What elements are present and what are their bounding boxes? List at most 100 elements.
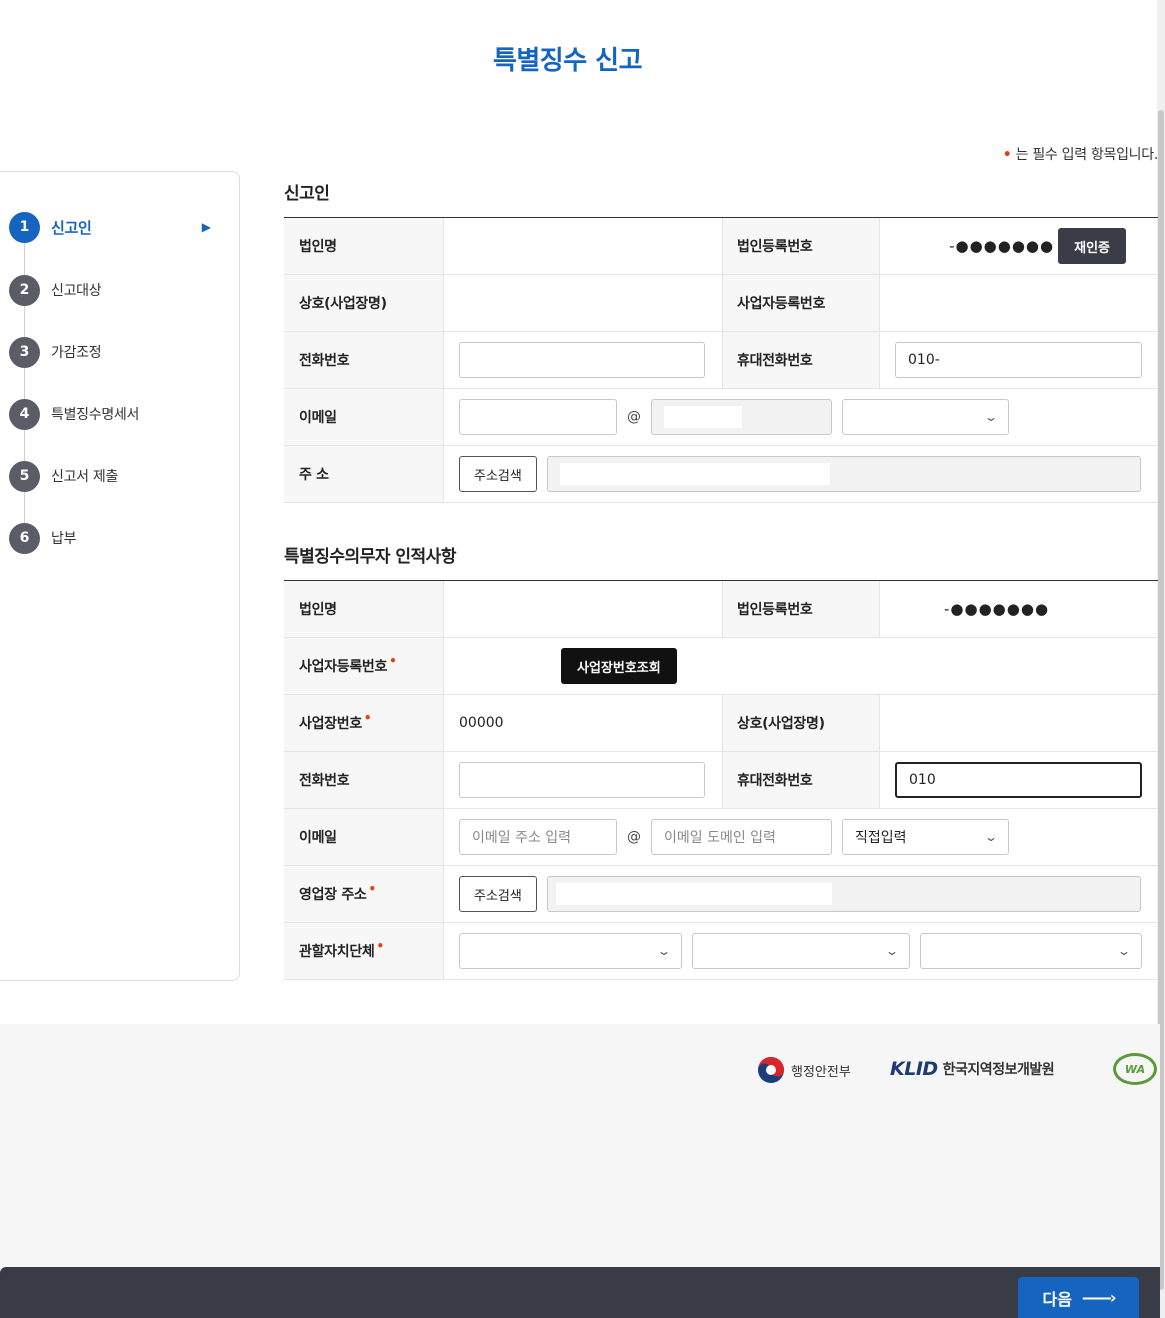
step-number: 3 (9, 336, 40, 368)
field-label-text: 영업장 주소 (299, 887, 367, 903)
taegeuk-icon (758, 1057, 784, 1083)
field-label: 휴대전화번호 (722, 332, 880, 388)
step-5[interactable]: 5 신고서 제출 (9, 460, 219, 492)
redacted-block (664, 406, 742, 428)
agent-address-cell: 주소검색 (444, 866, 1158, 922)
chevron-down-icon: ⌄ (884, 944, 900, 958)
chevron-down-icon: ⌄ (983, 410, 999, 424)
agent-email-local-input[interactable]: 이메일 주소 입력 (459, 819, 617, 855)
table-row: 주 소 주소검색 (284, 446, 1158, 503)
address-input[interactable] (546, 456, 1141, 492)
corp-name-value (444, 218, 722, 274)
field-label: 주 소 (284, 446, 444, 502)
phone-input[interactable] (459, 342, 705, 378)
agent-trade-name-value (880, 695, 1158, 751)
table-row: 전화번호 휴대전화번호 010 (284, 752, 1158, 809)
bottom-action-bar (0, 1267, 1160, 1318)
field-label: 전화번호 (284, 332, 444, 388)
corp-reg-value: -●●●●●●● (949, 237, 1055, 255)
agent-address-search-button[interactable]: 주소검색 (459, 876, 537, 912)
agent-mobile-input[interactable]: 010 (895, 762, 1142, 798)
table-row: 이메일 @ ⌄ (284, 389, 1158, 446)
agent-email-domain-select[interactable]: 직접입력 ⌄ (842, 819, 1009, 855)
email-domain-select[interactable]: ⌄ (842, 399, 1009, 435)
agent-address-input[interactable] (546, 876, 1141, 912)
jurisdiction-select-3[interactable]: ⌄ (920, 933, 1142, 969)
redacted-block (555, 883, 832, 905)
step-2[interactable]: 2 신고대상 (9, 274, 219, 306)
field-label-text: 관할자치단체 (299, 944, 375, 960)
agent-phone-cell (444, 752, 722, 808)
klid-text: 한국지역정보개발원 (942, 1062, 1055, 1078)
field-label: 사업자등록번호 • (284, 638, 444, 694)
step-label: 가감조정 (51, 345, 102, 361)
reporter-table: 법인명 법인등록번호 -●●●●●●● 재인증 상호(사업장명) 사업자등록번호… (284, 217, 1158, 503)
email-local-input[interactable] (459, 399, 617, 435)
jurisdiction-select-2[interactable]: ⌄ (692, 933, 910, 969)
field-label: 법인명 (284, 218, 444, 274)
step-label: 신고인 (51, 218, 92, 237)
chevron-down-icon: ⌄ (656, 944, 672, 958)
field-label: 이메일 (284, 809, 444, 865)
chevron-down-icon: ⌄ (983, 830, 999, 844)
biz-reg-value (880, 275, 1158, 331)
field-label: 전화번호 (284, 752, 444, 808)
arrow-right-icon: ——› (1081, 1288, 1117, 1307)
site-no-value: 00000 (459, 715, 504, 731)
step-label: 신고서 제출 (51, 469, 119, 485)
table-row: 법인명 법인등록번호 -●●●●●●● (284, 581, 1158, 638)
required-dot: • (1002, 147, 1012, 163)
step-label: 납부 (51, 531, 77, 547)
next-button[interactable]: 다음 ——› (1018, 1277, 1139, 1318)
jurisdiction-select-1[interactable]: ⌄ (459, 933, 682, 969)
page-title: 특별징수 신고 (492, 46, 643, 76)
step-number: 1 (9, 211, 40, 243)
trade-name-value (444, 275, 722, 331)
agent-email-domain-input[interactable]: 이메일 도메인 입력 (651, 819, 832, 855)
step-label: 특별징수명세서 (51, 407, 140, 423)
step-3[interactable]: 3 가감조정 (9, 336, 219, 368)
biz-lookup-button[interactable]: 사업장번호조회 (561, 648, 677, 684)
agent-mobile-cell: 010 (880, 752, 1158, 808)
step-4[interactable]: 4 특별징수명세서 (9, 398, 219, 430)
field-label: 휴대전화번호 (722, 752, 880, 808)
email-cell: @ ⌄ (444, 389, 1158, 445)
agent-table: 법인명 법인등록번호 -●●●●●●● 사업자등록번호 • 사업장번호조회 사업장… (284, 580, 1158, 980)
klid-mark: KLID (890, 1058, 938, 1080)
step-number: 4 (9, 398, 40, 430)
mobile-input[interactable]: 010- (895, 342, 1142, 378)
mobile-cell: 010- (880, 332, 1158, 388)
table-row: 사업장번호 • 00000 상호(사업장명) (284, 695, 1158, 752)
field-label: 상호(사업장명) (284, 275, 444, 331)
email-domain-input[interactable] (651, 399, 832, 435)
select-value: 직접입력 (855, 830, 907, 846)
field-label: 법인명 (284, 581, 444, 637)
field-label: 상호(사업장명) (722, 695, 880, 751)
field-label: 사업자등록번호 (722, 275, 880, 331)
agent-corp-reg-value: -●●●●●●● (944, 600, 1050, 618)
field-label: 사업장번호 • (284, 695, 444, 751)
phone-cell (444, 332, 722, 388)
field-label: 관할자치단체 • (284, 923, 444, 979)
reauth-button[interactable]: 재인증 (1058, 228, 1126, 264)
step-1[interactable]: 1 신고인 ▶ (9, 211, 219, 243)
required-dot: • (389, 654, 397, 668)
address-search-button[interactable]: 주소검색 (459, 456, 537, 492)
required-dot: • (376, 939, 384, 953)
next-label: 다음 (1042, 1289, 1072, 1309)
jurisdiction-cell: ⌄ ⌄ ⌄ (444, 923, 1158, 979)
required-note: • 는 필수 입력 항목입니다. (1002, 144, 1159, 164)
mois-logo: 행정안전부 (757, 1056, 851, 1084)
step-number: 2 (9, 274, 40, 306)
required-dot: • (368, 882, 376, 896)
step-6[interactable]: 6 납부 (9, 522, 219, 554)
mois-text: 행정안전부 (791, 1064, 851, 1080)
agent-email-cell: 이메일 주소 입력 @ 이메일 도메인 입력 직접입력 ⌄ (444, 809, 1158, 865)
agent-phone-input[interactable] (459, 762, 705, 798)
caret-right-icon: ▶ (201, 220, 211, 234)
field-label-text: 사업장번호 (299, 716, 362, 732)
field-label: 법인등록번호 (722, 218, 880, 274)
address-cell: 주소검색 (444, 446, 1158, 502)
at-sign: @ (627, 409, 641, 425)
site-no-cell: 00000 (444, 695, 722, 751)
